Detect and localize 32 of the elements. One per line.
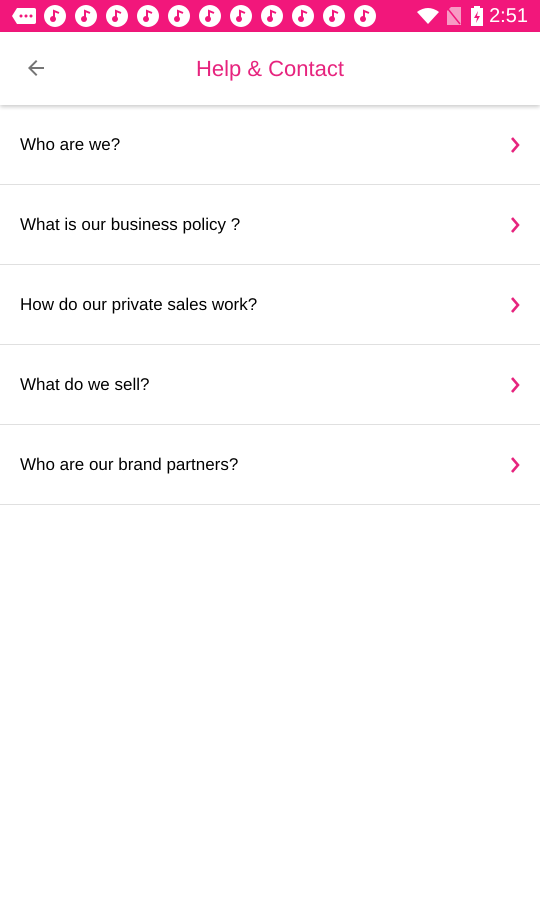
item-label: What is our business policy ? <box>20 214 242 236</box>
notification-icon <box>137 5 159 27</box>
page-title: Help & Contact <box>196 55 344 83</box>
list-item[interactable]: What do we sell? <box>0 345 540 425</box>
wifi-icon <box>417 8 440 24</box>
chevron-right-icon <box>510 136 520 152</box>
notification-icon <box>168 5 190 27</box>
clock-time: 2:51 <box>489 4 528 29</box>
item-label: Who are we? <box>20 134 122 156</box>
list-item[interactable]: Who are our brand partners? <box>0 425 540 505</box>
notification-icon <box>44 5 66 27</box>
chevron-right-icon <box>510 216 520 232</box>
notification-icon <box>199 5 221 27</box>
no-sim-icon <box>447 7 462 25</box>
item-label: How do our private sales work? <box>20 294 258 316</box>
list-item[interactable]: What is our business policy ? <box>0 185 540 265</box>
notification-icon <box>261 5 283 27</box>
notification-icon <box>230 5 252 27</box>
list-item[interactable]: How do our private sales work? <box>0 265 540 345</box>
chevron-right-icon <box>510 456 520 472</box>
item-label: Who are our brand partners? <box>20 454 240 476</box>
battery-charging-icon <box>471 6 484 26</box>
notification-icon <box>354 5 376 27</box>
notification-icon <box>323 5 345 27</box>
message-icon <box>12 8 36 24</box>
list-item[interactable]: Who are we? <box>0 105 540 185</box>
notification-icon <box>292 5 314 27</box>
chevron-right-icon <box>510 376 520 392</box>
notification-icon <box>75 5 97 27</box>
item-label: What do we sell? <box>20 374 150 396</box>
chevron-right-icon <box>510 296 520 312</box>
notification-icon <box>106 5 128 27</box>
